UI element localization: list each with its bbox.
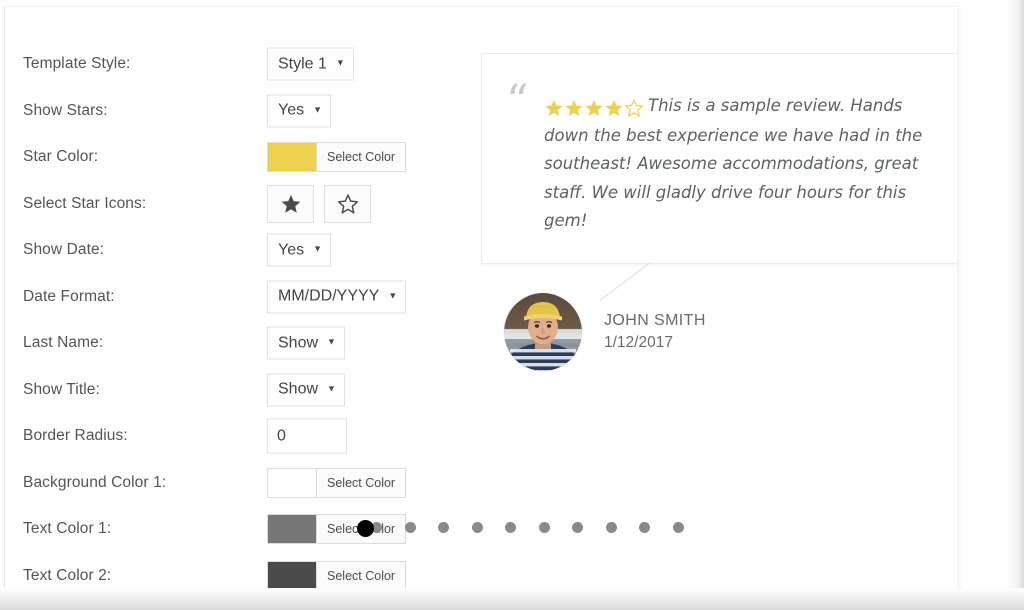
select-value-date-format: MM/DD/YYYY [278,287,380,305]
label-background-color-1: Background Color 1: [23,473,167,491]
star-outline-icon [337,193,359,215]
rating-stars [544,93,644,122]
review-bubble: “ This is a sample review. Hands down th… [481,53,957,264]
form-row-star-color: Star Color: Select Color [19,134,439,181]
chevron-down-icon: ▼ [313,104,323,115]
control-border-radius [267,418,347,454]
label-text-color-1: Text Color 1: [23,520,112,538]
form-row-border-radius: Border Radius: [19,413,439,460]
pagination-dot[interactable] [471,522,483,533]
chevron-down-icon: ▼ [313,243,323,254]
star-filled-icon [544,97,564,116]
star-filled-icon [604,97,624,116]
chevron-down-icon: ▼ [327,336,336,347]
page-edge-shadow-right [1006,0,1024,610]
star-icon-options [267,184,371,223]
select-template-style[interactable]: Style 1 ▼ [267,47,354,81]
select-color-label-text-color-2: Select Color [327,568,396,583]
label-show-stars: Show Stars: [23,101,108,119]
quote-icon: “ [506,76,529,127]
control-last-name: Show ▼ [267,326,345,360]
pagination-dot[interactable] [572,522,583,533]
select-show-date[interactable]: Yes ▼ [267,233,332,267]
color-swatch-text-color-2[interactable] [268,561,317,590]
label-show-date: Show Date: [23,241,105,259]
chevron-down-icon: ▼ [327,383,336,394]
page-edge-shadow-bottom [0,588,1024,610]
control-show-stars: Yes ▼ [267,94,332,128]
label-last-name: Last Name: [23,334,104,352]
form-row-date-format: Date Format: MM/DD/YYYY ▼ [19,274,439,321]
pagination-dot[interactable] [404,522,416,533]
control-template-style: Style 1 ▼ [267,47,354,81]
page-background: Template Style: Style 1 ▼ Show Stars: Yes ▼ St… [0,0,1024,610]
control-show-title: Show ▼ [267,373,345,407]
review-preview: “ This is a sample review. Hands down th… [481,53,957,393]
settings-panel: Template Style: Style 1 ▼ Show Stars: Yes ▼ St… [4,6,957,595]
star-filled-icon [584,97,604,116]
select-show-title[interactable]: Show ▼ [267,373,345,407]
label-border-radius: Border Radius: [23,427,128,445]
control-select-star-icons [267,184,371,223]
avatar [504,293,582,371]
select-date-format[interactable]: MM/DD/YYYY ▼ [267,280,407,314]
review-author: JOHN SMITH 1/12/2017 [504,293,706,371]
star-icon-button-star-filled-icon[interactable] [267,184,314,223]
star-filled-icon [280,193,302,215]
color-picker-background-color-1[interactable]: Select Color [267,467,407,498]
select-value-show-title: Show [278,380,319,398]
label-show-title: Show Title: [23,380,100,398]
pagination-dot[interactable] [605,522,617,533]
form-row-show-stars: Show Stars: Yes ▼ [19,88,439,135]
color-swatch-background-color-1[interactable] [268,468,317,497]
label-date-format: Date Format: [23,287,115,305]
label-star-color: Star Color: [23,148,99,166]
review-body: This is a sample review. Hands down the … [544,92,930,236]
pagination-dot[interactable] [538,522,550,533]
settings-form: Template Style: Style 1 ▼ Show Stars: Yes ▼ St… [19,41,439,595]
cursor-pointer [357,520,374,537]
form-row-background-color-1: Background Color 1: Select Color [19,460,439,507]
star-filled-icon [564,97,584,116]
select-value-show-stars: Yes [278,101,305,119]
select-show-stars[interactable]: Yes ▼ [267,94,332,128]
select-value-show-date: Yes [278,241,305,259]
pagination-dot[interactable] [672,522,684,533]
pagination-dots[interactable] [371,522,684,533]
control-background-color-1: Select Color [267,467,407,498]
pagination-dot[interactable] [505,522,516,533]
author-name: JOHN SMITH [604,312,706,329]
form-row-show-title: Show Title: Show ▼ [19,367,439,414]
color-swatch-text-color-1[interactable] [268,515,317,544]
select-color-label-star-color: Select Color [327,150,396,165]
select-value-last-name: Show [278,334,319,352]
label-text-color-2: Text Color 2: [23,566,112,584]
color-picker-text-color-2[interactable]: Select Color [267,560,407,591]
form-row-show-date: Show Date: Yes ▼ [19,227,439,274]
select-value-template-style: Style 1 [278,55,327,73]
chevron-down-icon: ▼ [388,290,398,301]
form-row-template-style: Template Style: Style 1 ▼ [19,41,439,88]
star-outline-icon [624,97,644,117]
select-last-name[interactable]: Show ▼ [267,326,345,360]
star-icon-button-star-outline-icon[interactable] [324,184,371,223]
control-star-color: Select Color [267,142,407,173]
pagination-dot[interactable] [639,522,650,533]
input-border-radius[interactable] [267,418,347,454]
select-color-label-background-color-1: Select Color [327,475,396,490]
color-picker-star-color[interactable]: Select Color [267,142,407,173]
chevron-down-icon: ▼ [335,57,345,68]
author-date: 1/12/2017 [604,334,673,351]
color-swatch-star-color[interactable] [268,143,317,172]
label-select-star-icons: Select Star Icons: [23,194,147,212]
control-date-format: MM/DD/YYYY ▼ [267,280,407,314]
form-row-select-star-icons: Select Star Icons: [19,181,439,228]
label-template-style: Template Style: [23,55,131,73]
pagination-dot[interactable] [438,522,449,533]
control-text-color-2: Select Color [267,560,407,591]
control-show-date: Yes ▼ [267,233,332,267]
form-row-last-name: Last Name: Show ▼ [19,320,439,367]
